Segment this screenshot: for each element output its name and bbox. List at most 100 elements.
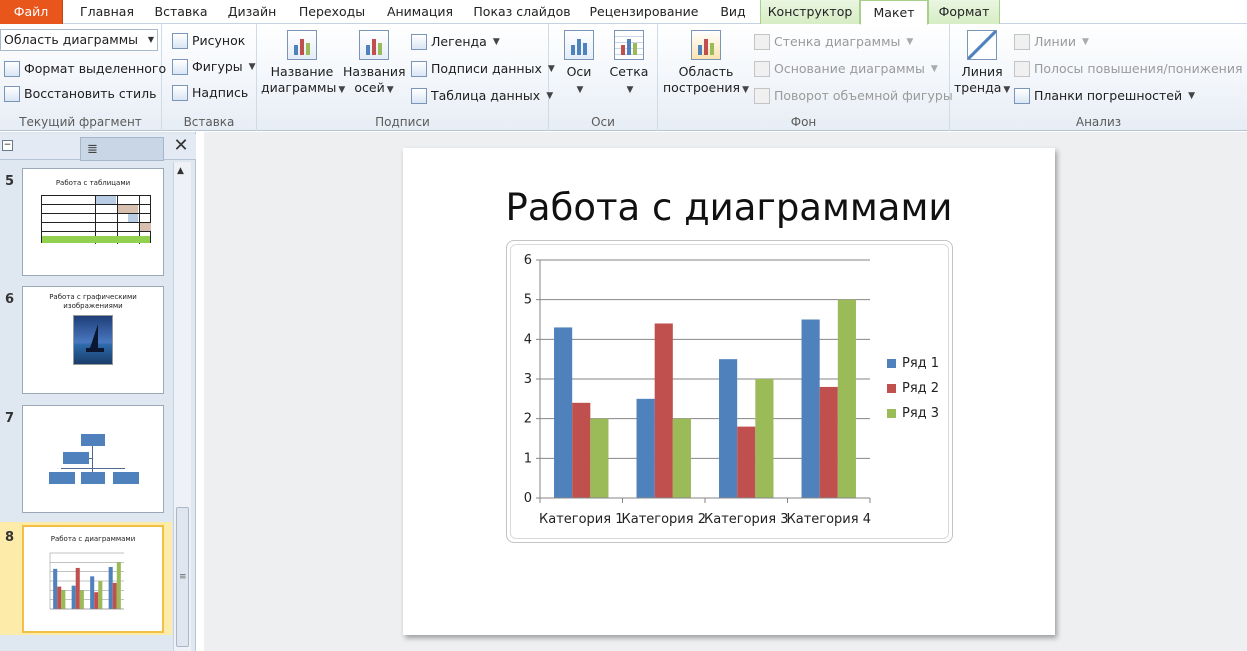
data-labels-button[interactable]: Подписи данных ▼ — [411, 58, 555, 80]
group-background: Область построения ▼ Стенка диаграммы ▼ О… — [658, 24, 953, 131]
tab-chart-format[interactable]: Формат — [928, 0, 1000, 24]
slide-title[interactable]: Работа с диаграммами — [403, 186, 1055, 229]
tab-chart-design[interactable]: Конструктор — [760, 0, 860, 24]
chart-title-label-1: Название — [270, 64, 334, 79]
plot-area-label-1: Область — [678, 64, 734, 79]
y-tick-label: 6 — [524, 253, 532, 268]
group-label: Анализ — [1075, 115, 1122, 129]
thumbnail-table — [41, 195, 151, 244]
tab-design[interactable]: Дизайн — [220, 0, 284, 24]
reset-style-button[interactable]: Восстановить стиль — [4, 83, 156, 105]
chart-area[interactable]: 0 1 2 3 4 5 6 Категория 1 Категория 2 Категория 3… — [506, 240, 953, 543]
tab-transitions[interactable]: Переходы — [292, 0, 372, 24]
chart-wall-button[interactable]: Стенка диаграммы ▼ — [754, 31, 913, 53]
chevron-down-icon: ▼ — [742, 85, 749, 95]
slide[interactable]: Работа с диаграммами 0 1 2 3 4 5 6 Категория 1К… — [403, 148, 1055, 635]
updown-bars-button[interactable]: Полосы повышения/понижения ▼ — [1014, 58, 1247, 80]
lines-label: Линии — [1034, 34, 1076, 49]
plot-area-button[interactable]: Область построения ▼ — [662, 30, 750, 98]
chevron-down-icon: ▼ — [576, 85, 584, 95]
axis-titles-button[interactable]: Названия осей ▼ — [343, 30, 406, 98]
tab-file[interactable]: Файл — [0, 0, 63, 24]
slide-thumbnail-7[interactable] — [22, 405, 164, 513]
slide-thumbnail-8[interactable]: Работа с диаграммами — [22, 525, 164, 633]
axes-button[interactable]: Оси ▼ — [557, 30, 601, 98]
bar-1-3 — [719, 359, 738, 498]
data-labels-icon — [411, 61, 427, 77]
bar-3-3 — [755, 379, 774, 498]
group-label: Подписи — [375, 115, 430, 129]
bar-1-4 — [108, 567, 113, 609]
y-tick-label: 0 — [524, 491, 532, 506]
format-selection-button[interactable]: Формат выделенного — [4, 58, 166, 80]
lines-button[interactable]: Линии ▼ — [1014, 31, 1089, 53]
thumbnail-title: Работа с таблицами — [55, 179, 131, 187]
legend-item-2[interactable]: Ряд 2 — [887, 381, 939, 396]
tab-home[interactable]: Главная — [70, 0, 144, 24]
tab-review[interactable]: Рецензирование — [584, 0, 704, 24]
tab-slideshow[interactable]: Показ слайдов — [468, 0, 576, 24]
chart-title-label-2: диаграммы — [261, 80, 337, 95]
legend-icon — [411, 34, 427, 50]
thumbnail-title: Работа с диаграммами — [50, 535, 136, 543]
error-bars-icon — [1014, 88, 1030, 104]
bar-2-2 — [654, 323, 673, 498]
tab-animations[interactable]: Анимация — [380, 0, 460, 24]
trendline-label-1: Линия — [961, 64, 1003, 79]
chart-wall-icon — [754, 34, 770, 50]
chart-title-button[interactable]: Название диаграммы ▼ — [261, 30, 345, 98]
legend-button[interactable]: Легенда ▼ — [411, 31, 500, 53]
tab-chart-layout[interactable]: Макет — [860, 0, 928, 25]
close-icon[interactable]: ✕ — [170, 136, 192, 158]
chart-element-selector-value: Область диаграммы — [4, 32, 139, 47]
error-bars-button[interactable]: Планки погрешностей ▼ — [1014, 85, 1195, 107]
insert-textbox-button[interactable]: Надпись — [172, 82, 248, 104]
slide-thumbnail-5[interactable]: Работа с таблицами — [22, 168, 164, 276]
insert-picture-button[interactable]: Рисунок — [172, 30, 245, 52]
plot-area-icon — [691, 30, 721, 60]
x-tick-label: Категория 2 — [622, 512, 706, 527]
thumbnail-chart — [49, 552, 124, 610]
shapes-icon — [172, 59, 188, 75]
lines-icon — [1014, 34, 1030, 50]
chart-floor-button[interactable]: Основание диаграммы ▼ — [754, 58, 938, 80]
bar-3-1 — [590, 418, 609, 498]
slides-scrollbar[interactable]: ▲ ≡ — [173, 162, 191, 651]
trendline-button[interactable]: Линия тренда ▼ — [954, 30, 1010, 98]
data-table-icon — [411, 88, 427, 104]
bar-1-3 — [90, 576, 95, 609]
trendline-label-2: тренда — [954, 80, 1002, 95]
data-labels-label: Подписи данных — [431, 61, 542, 76]
gridlines-button[interactable]: Сетка ▼ — [607, 30, 651, 98]
chart-wall-label: Стенка диаграммы — [774, 34, 901, 49]
chevron-down-icon: ▼ — [930, 64, 938, 74]
data-table-button[interactable]: Таблица данных ▼ — [411, 85, 553, 107]
bar-2-3 — [737, 426, 756, 498]
group-current-selection: Область диаграммы ▼ Формат выделенного В… — [0, 24, 166, 131]
rotation-3d-button[interactable]: Поворот объемной фигуры — [754, 85, 953, 107]
reset-style-icon — [4, 86, 20, 102]
outline-tab[interactable]: ≣ — [80, 137, 164, 161]
collapse-icon[interactable]: − — [2, 140, 13, 151]
group-label: Фон — [790, 115, 817, 129]
plot-area-label-2: построения — [663, 80, 741, 95]
bar-3-2 — [672, 418, 691, 498]
legend-item-1[interactable]: Ряд 1 — [887, 356, 939, 371]
chart-element-selector[interactable]: Область диаграммы ▼ — [0, 29, 158, 51]
scrollbar-thumb[interactable]: ≡ — [176, 507, 189, 647]
updown-bars-label: Полосы повышения/понижения — [1034, 61, 1243, 76]
group-label: Оси — [591, 115, 615, 129]
slide-thumbnail-6[interactable]: Работа с графическими изображениями — [22, 286, 164, 394]
legend-label: Легенда — [431, 34, 487, 49]
slide-number: 6 — [5, 292, 15, 307]
insert-shapes-button[interactable]: Фигуры ▼ — [172, 56, 256, 78]
tab-view[interactable]: Вид — [712, 0, 754, 24]
tab-insert[interactable]: Вставка — [149, 0, 213, 24]
legend-item-3[interactable]: Ряд 3 — [887, 406, 939, 421]
legend-swatch — [887, 359, 896, 368]
chart-title-icon — [287, 30, 317, 60]
scroll-up-icon[interactable]: ▲ — [177, 166, 184, 176]
chevron-down-icon: ▼ — [386, 85, 394, 95]
org-chart-diagram — [23, 406, 163, 512]
outline-icon: ≣ — [87, 142, 98, 157]
